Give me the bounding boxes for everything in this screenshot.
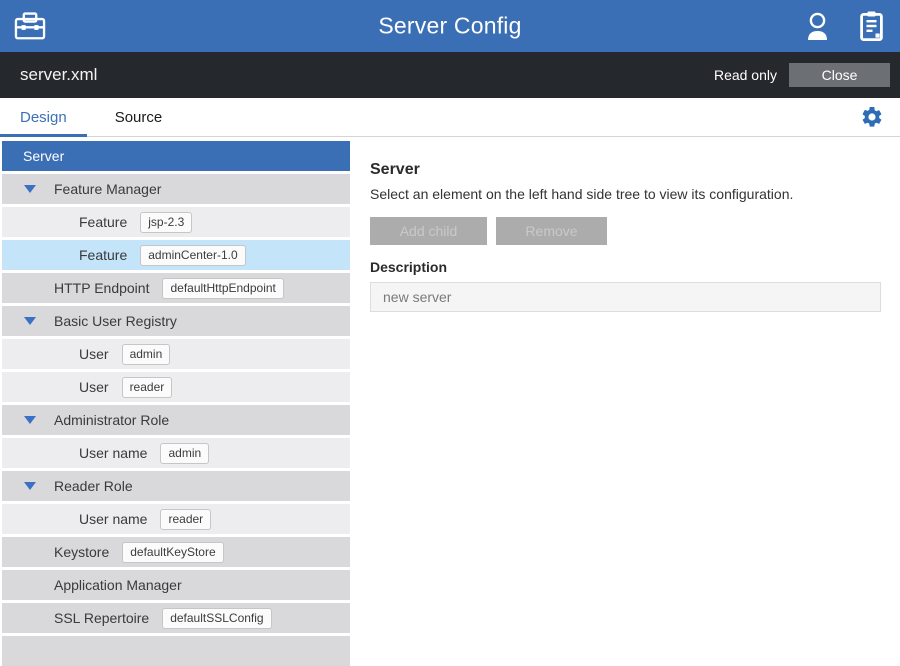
file-name: server.xml <box>20 65 97 85</box>
readonly-status: Read only <box>714 67 777 83</box>
tree-row[interactable]: Server <box>2 141 350 171</box>
tree-row-badge: reader <box>122 377 173 398</box>
expand-arrow-icon[interactable] <box>24 317 36 325</box>
tree-row-label: Application Manager <box>54 577 182 593</box>
tree-row-label: User <box>79 346 109 362</box>
tree-row[interactable]: Keystore defaultKeyStore <box>2 537 350 567</box>
detail-panel: Server Select an element on the left han… <box>350 137 900 666</box>
tab-source[interactable]: Source <box>95 98 183 136</box>
file-bar: server.xml Read only Close <box>0 52 900 98</box>
tree-row[interactable]: HTTP Endpoint defaultHttpEndpoint <box>2 273 350 303</box>
tree-row-label: Keystore <box>54 544 109 560</box>
description-input[interactable] <box>370 282 881 312</box>
tree-row-badge: defaultKeyStore <box>122 542 223 563</box>
tree-row-label: Feature <box>79 214 127 230</box>
expand-arrow-icon[interactable] <box>24 185 36 193</box>
tree-row[interactable]: Basic User Registry <box>2 306 350 336</box>
detail-hint: Select an element on the left hand side … <box>370 186 881 202</box>
remove-button[interactable]: Remove <box>496 217 607 245</box>
tree-row-badge: reader <box>160 509 211 530</box>
detail-title: Server <box>370 161 881 179</box>
tree-row[interactable]: User name reader <box>2 504 350 534</box>
tree-row-badge: jsp-2.3 <box>140 212 192 233</box>
tree-row-badge: admin <box>160 443 209 464</box>
tree-row-label: Administrator Role <box>54 412 169 428</box>
tree-row[interactable]: User reader <box>2 372 350 402</box>
expand-arrow-icon[interactable] <box>24 416 36 424</box>
close-button[interactable]: Close <box>789 63 890 87</box>
header-icons <box>806 11 883 41</box>
tree-row[interactable]: Feature Manager <box>2 174 350 204</box>
tree-row[interactable]: Feature adminCenter-1.0 <box>2 240 350 270</box>
gear-icon[interactable] <box>860 105 884 129</box>
tree-row[interactable]: SSL Repertoire defaultSSLConfig <box>2 603 350 633</box>
detail-actions: Add child Remove <box>370 217 881 245</box>
tree-row[interactable]: User admin <box>2 339 350 369</box>
tree-row-label: HTTP Endpoint <box>54 280 149 296</box>
tree-row-label: User name <box>79 445 147 461</box>
toolbox-icon[interactable] <box>14 11 46 41</box>
tree-row-badge: adminCenter-1.0 <box>140 245 245 266</box>
app-header: Server Config <box>0 0 900 52</box>
expand-arrow-icon[interactable] <box>24 482 36 490</box>
tree-row[interactable]: Feature jsp-2.3 <box>2 207 350 237</box>
tree-row-badge: defaultSSLConfig <box>162 608 271 629</box>
tree-row <box>2 636 350 666</box>
tree-row-badge: defaultHttpEndpoint <box>162 278 283 299</box>
tree-row-label: Feature <box>79 247 127 263</box>
tab-design[interactable]: Design <box>0 98 87 136</box>
app-title: Server Config <box>378 13 521 40</box>
tree-row-label: Feature Manager <box>54 181 161 197</box>
main: ServerFeature ManagerFeaturejsp-2.3Featu… <box>0 137 900 666</box>
tree-row-label: SSL Repertoire <box>54 610 149 626</box>
clipboard-icon[interactable] <box>860 11 883 41</box>
tree-row-label: Reader Role <box>54 478 133 494</box>
tree-row[interactable]: Application Manager <box>2 570 350 600</box>
tree-row[interactable]: Administrator Role <box>2 405 350 435</box>
file-bar-right: Read only Close <box>714 63 900 87</box>
tree-row-label: User name <box>79 511 147 527</box>
tree-row-label: Basic User Registry <box>54 313 177 329</box>
settings-wrap <box>860 98 884 136</box>
tree-row[interactable]: User name admin <box>2 438 350 468</box>
user-icon[interactable] <box>806 12 829 41</box>
add-child-button[interactable]: Add child <box>370 217 487 245</box>
tree-row-label: User <box>79 379 109 395</box>
config-tree: ServerFeature ManagerFeaturejsp-2.3Featu… <box>0 137 350 666</box>
tab-bar: Design Source <box>0 98 900 137</box>
description-label: Description <box>370 259 881 275</box>
tree-row-label: Server <box>23 148 64 164</box>
tree-row[interactable]: Reader Role <box>2 471 350 501</box>
tree-row-badge: admin <box>122 344 171 365</box>
